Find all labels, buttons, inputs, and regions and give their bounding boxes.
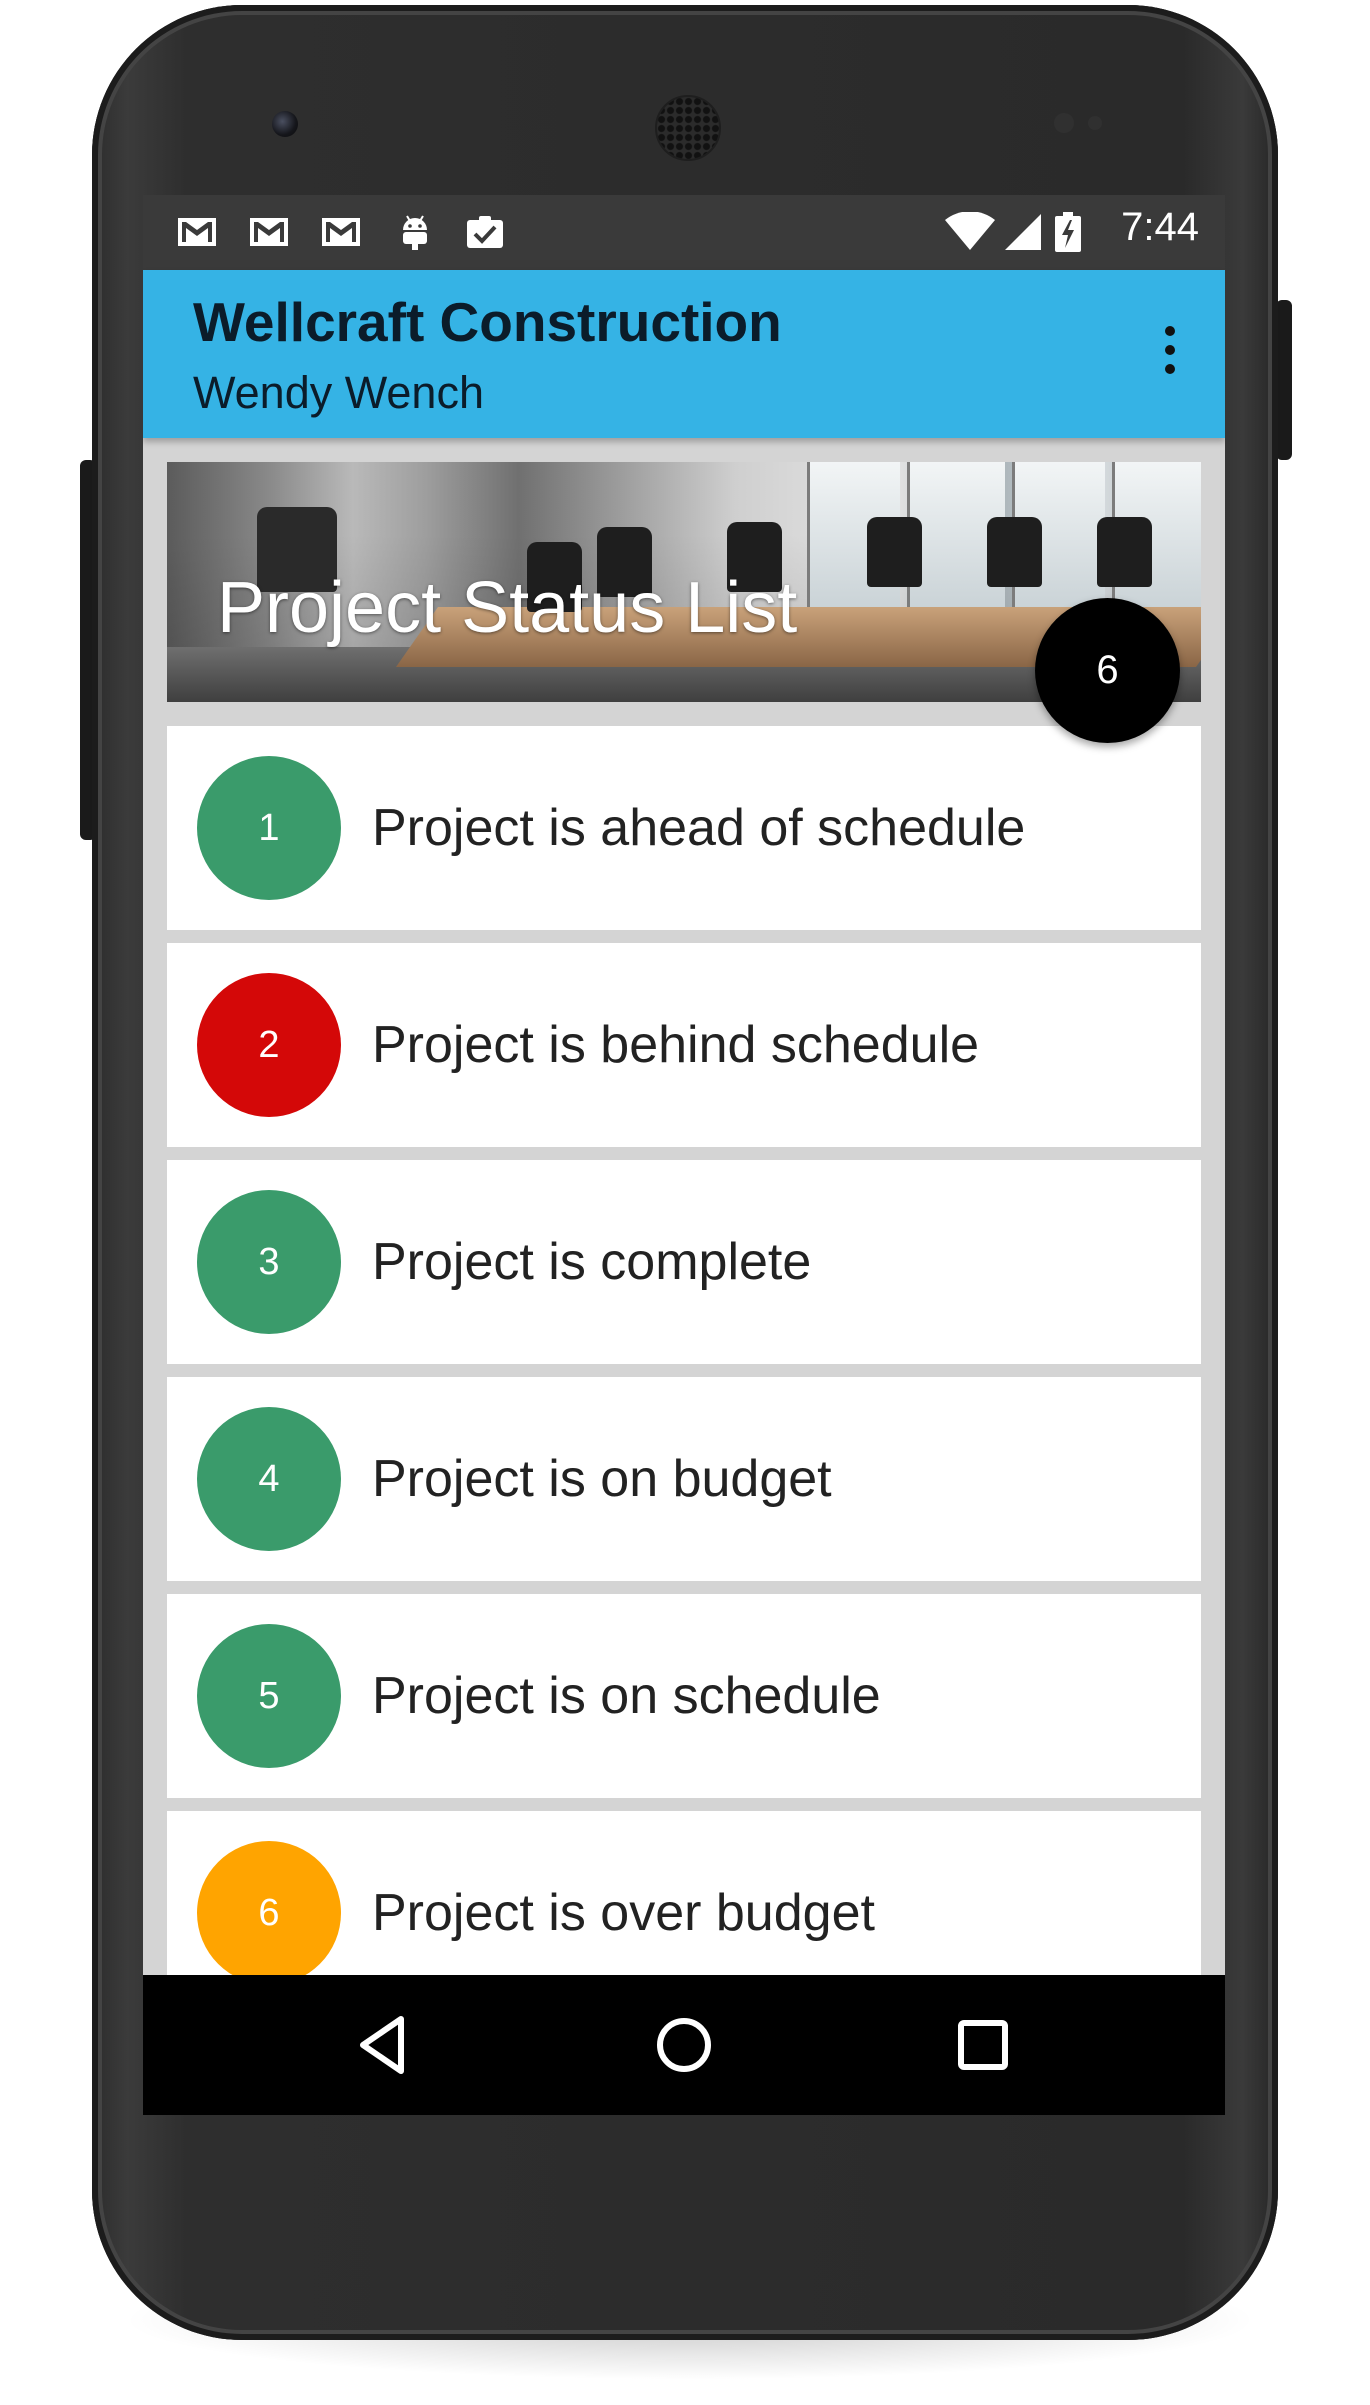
status-label: Project is on budget [372, 1450, 832, 1508]
light-sensor [1088, 116, 1102, 130]
clipboard-check-icon [467, 216, 503, 248]
header-title: Project Status List [217, 568, 798, 648]
count-fab[interactable]: 6 [1035, 598, 1180, 743]
recents-icon[interactable] [951, 2013, 1015, 2077]
list-item[interactable]: 1 Project is ahead of schedule [167, 726, 1201, 930]
list-item[interactable]: 5 Project is on schedule [167, 1594, 1201, 1798]
chair [1097, 517, 1152, 587]
chair [987, 517, 1042, 587]
proximity-sensor [1054, 113, 1074, 133]
back-icon[interactable] [351, 2013, 415, 2077]
gmail-icon [250, 218, 288, 246]
status-number-circle: 2 [197, 973, 341, 1117]
navigation-bar [143, 1975, 1225, 2115]
wifi-icon [945, 212, 995, 250]
signal-icon [1005, 214, 1041, 250]
status-label: Project is behind schedule [372, 1016, 980, 1074]
more-vert-icon[interactable] [1155, 320, 1185, 380]
status-list: 1 Project is ahead of schedule 2 Project… [167, 726, 1201, 2028]
status-label: Project is on schedule [372, 1667, 881, 1725]
list-item[interactable]: 4 Project is on budget [167, 1377, 1201, 1581]
content-area[interactable]: Project Status List 6 1 Project is ahead… [143, 438, 1225, 2115]
status-number-circle: 6 [197, 1841, 341, 1985]
status-number-circle: 3 [197, 1190, 341, 1334]
front-camera [272, 111, 298, 137]
status-label: Project is ahead of schedule [372, 799, 1026, 857]
status-number-circle: 5 [197, 1624, 341, 1768]
status-label: Project is complete [372, 1233, 812, 1291]
list-item[interactable]: 2 Project is behind schedule [167, 943, 1201, 1147]
chair [867, 517, 922, 587]
clock: 7:44 [1121, 205, 1199, 249]
app-subtitle: Wendy Wench [193, 367, 484, 418]
app-bar: Wellcraft Construction Wendy Wench [143, 270, 1225, 438]
home-icon[interactable] [652, 2013, 716, 2077]
status-number-circle: 1 [197, 756, 341, 900]
battery-charging-icon [1055, 212, 1081, 252]
status-number-circle: 4 [197, 1407, 341, 1551]
screen: 7:44 Wellcraft Construction Wendy Wench … [143, 195, 1225, 2115]
app-title: Wellcraft Construction [193, 291, 782, 353]
earpiece-speaker [655, 95, 721, 161]
power-button [1276, 300, 1292, 460]
status-bar: 7:44 [143, 195, 1225, 270]
list-item[interactable]: 3 Project is complete [167, 1160, 1201, 1364]
gmail-icon [178, 218, 216, 246]
android-debug-icon [403, 215, 427, 250]
gmail-icon [322, 218, 360, 246]
